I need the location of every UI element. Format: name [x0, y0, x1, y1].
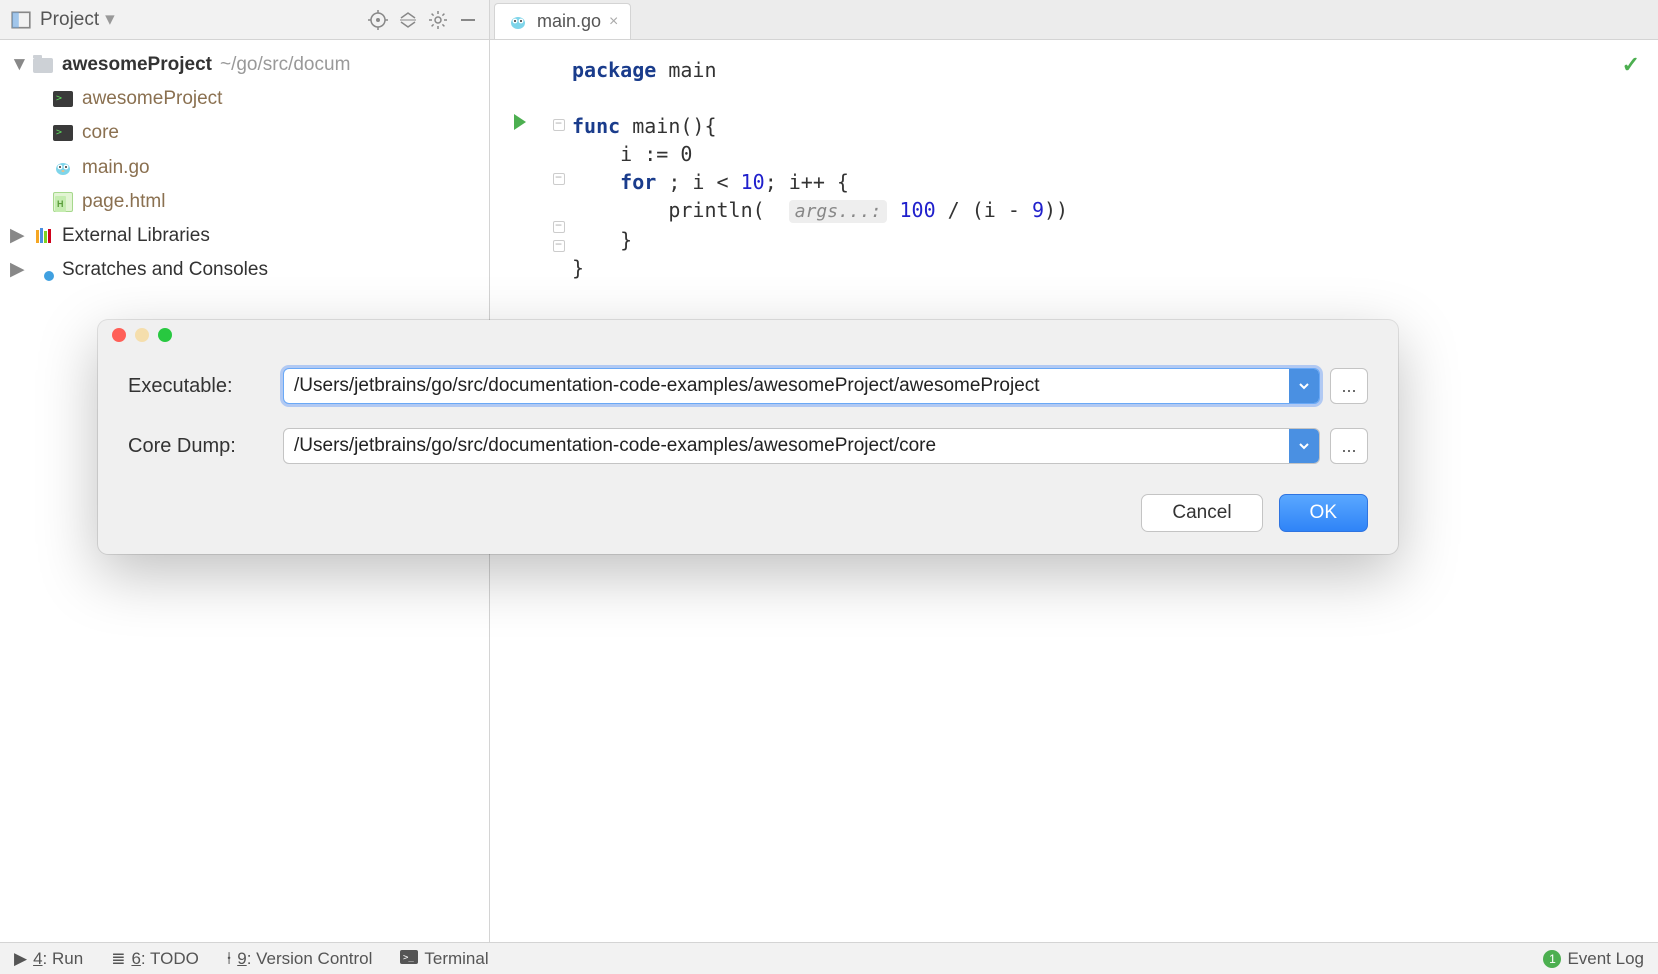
executable-icon — [52, 88, 74, 110]
coredump-combobox[interactable] — [283, 428, 1320, 464]
external-label: External Libraries — [62, 219, 210, 253]
go-file-icon — [52, 157, 74, 179]
svg-text:>_: >_ — [403, 953, 414, 963]
vcs-toolwindow-button[interactable]: ⍿ 9: Version Control — [227, 949, 373, 969]
file-label: main.go — [82, 151, 150, 185]
project-root[interactable]: ▼ awesomeProject ~/go/src/docum — [4, 48, 485, 82]
project-name: awesomeProject — [62, 48, 212, 82]
tab-label: main.go — [537, 11, 601, 32]
project-label: Project — [40, 9, 99, 31]
run-toolwindow-button[interactable]: ▶ 4: Run — [14, 949, 83, 969]
browse-button[interactable]: ... — [1330, 428, 1368, 464]
expand-toggle[interactable]: ▼ — [10, 48, 24, 82]
ok-button[interactable]: OK — [1279, 494, 1368, 532]
gear-icon[interactable] — [427, 9, 449, 31]
browse-button[interactable]: ... — [1330, 368, 1368, 404]
tree-item-awesomeproject[interactable]: awesomeProject — [4, 82, 485, 116]
project-tree[interactable]: ▼ awesomeProject ~/go/src/docum awesomeP… — [0, 40, 489, 295]
tab-main-go[interactable]: main.go × — [494, 3, 631, 39]
zoom-window-icon[interactable] — [158, 328, 172, 342]
collapse-icon[interactable] — [397, 9, 419, 31]
scratches-label: Scratches and Consoles — [62, 253, 268, 287]
fold-toggle[interactable] — [553, 240, 565, 252]
fold-toggle[interactable] — [553, 119, 565, 131]
project-toolbar: Project ▾ — [0, 0, 489, 40]
file-label: awesomeProject — [82, 82, 222, 116]
expand-toggle[interactable]: ▶ — [10, 219, 24, 253]
cancel-button[interactable]: Cancel — [1141, 494, 1262, 532]
expand-toggle[interactable]: ▶ — [10, 253, 24, 287]
run-icon: ▶ — [14, 949, 27, 969]
fold-toggle[interactable] — [553, 221, 565, 233]
libraries-icon — [32, 225, 54, 247]
executable-label: Executable: — [128, 375, 273, 398]
core-dump-dialog: Executable: ... Core Dump: ... Cancel OK — [98, 320, 1398, 554]
scratches-icon — [32, 259, 54, 281]
project-view-icon — [10, 9, 32, 31]
todo-toolwindow-button[interactable]: ≣ 6: TODO — [111, 949, 199, 969]
coredump-label: Core Dump: — [128, 435, 273, 458]
go-file-icon — [507, 11, 529, 33]
vcs-icon: ⍿ — [227, 949, 231, 969]
dropdown-button[interactable] — [1289, 369, 1319, 403]
coredump-row: Core Dump: ... — [128, 428, 1368, 464]
executable-row: Executable: ... — [128, 368, 1368, 404]
event-log-button[interactable]: 1 Event Log — [1543, 949, 1644, 969]
chevron-down-icon: ▾ — [105, 8, 115, 31]
editor-tabs: main.go × — [490, 0, 1658, 40]
file-label: core — [82, 116, 119, 150]
terminal-icon: >_ — [400, 949, 418, 969]
html-file-icon — [52, 191, 74, 213]
notification-badge: 1 — [1543, 950, 1561, 968]
fold-toggle[interactable] — [553, 173, 565, 185]
locate-icon[interactable] — [367, 9, 389, 31]
close-window-icon[interactable] — [112, 328, 126, 342]
dialog-titlebar[interactable] — [98, 320, 1398, 350]
project-path: ~/go/src/docum — [220, 48, 350, 82]
terminal-toolwindow-button[interactable]: >_ Terminal — [400, 949, 488, 969]
external-libraries[interactable]: ▶ External Libraries — [4, 219, 485, 253]
minimize-window-icon — [135, 328, 149, 342]
file-label: page.html — [82, 185, 165, 219]
run-gutter-icon[interactable] — [514, 114, 526, 130]
tree-item-core[interactable]: core — [4, 116, 485, 150]
dropdown-button[interactable] — [1289, 429, 1319, 463]
folder-icon — [32, 54, 54, 76]
list-icon: ≣ — [111, 949, 125, 969]
bottom-toolbar: ▶ 4: Run ≣ 6: TODO ⍿ 9: Version Control … — [0, 942, 1658, 974]
inspection-ok-icon[interactable]: ✓ — [1622, 52, 1640, 78]
executable-icon — [52, 122, 74, 144]
project-dropdown[interactable]: Project ▾ — [40, 8, 115, 31]
executable-input[interactable] — [284, 369, 1289, 403]
tree-item-page-html[interactable]: page.html — [4, 185, 485, 219]
coredump-input[interactable] — [284, 429, 1289, 463]
parameter-hint: args...: — [789, 200, 888, 223]
executable-combobox[interactable] — [283, 368, 1320, 404]
tree-item-main-go[interactable]: main.go — [4, 151, 485, 185]
minimize-icon[interactable] — [457, 9, 479, 31]
scratches-consoles[interactable]: ▶ Scratches and Consoles — [4, 253, 485, 287]
close-icon[interactable]: × — [609, 13, 618, 31]
